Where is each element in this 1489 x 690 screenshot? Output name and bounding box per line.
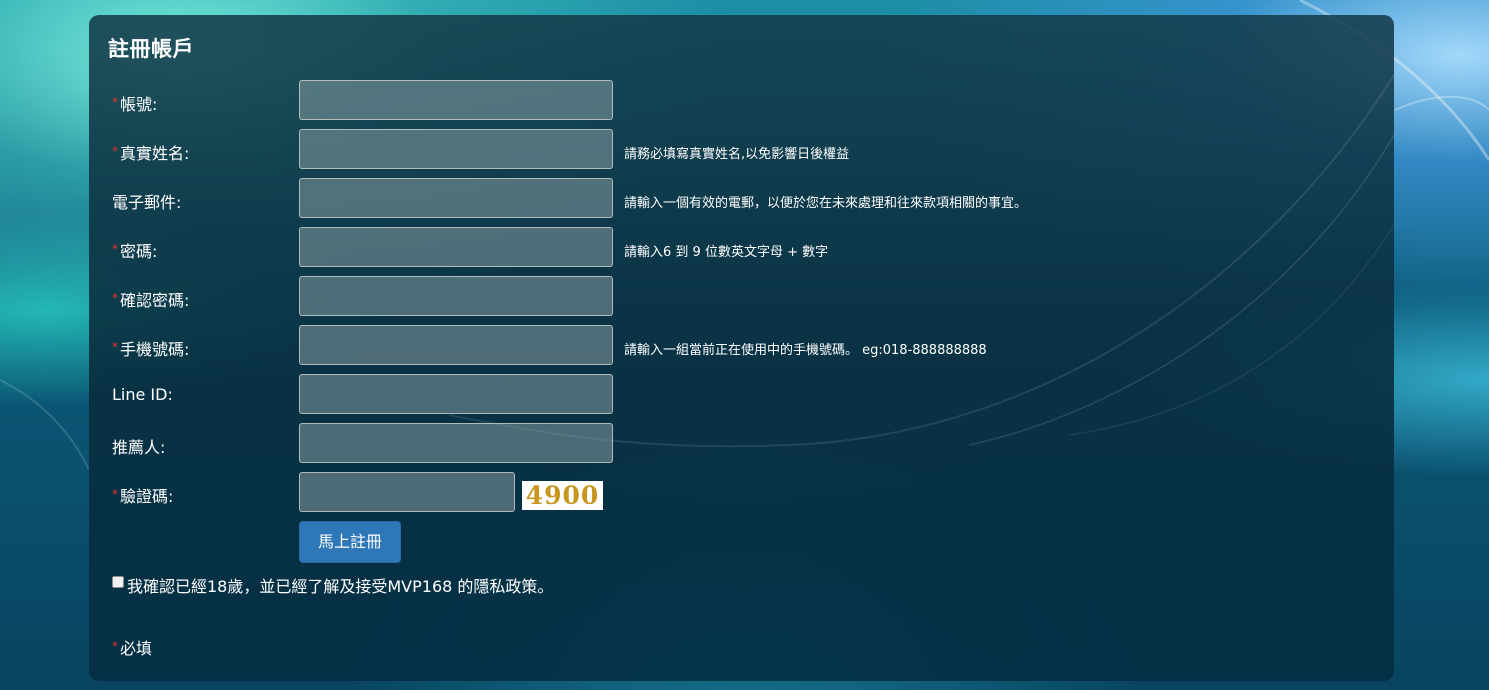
realname-hint: 請務必填寫真實姓名,以免影響日後權益: [624, 147, 850, 162]
email-input[interactable]: [299, 178, 613, 218]
account-label: * 帳號:: [112, 91, 157, 115]
required-note: * 必填: [112, 635, 152, 659]
required-mark: *: [112, 487, 118, 501]
realname-label: * 真實姓名:: [112, 140, 189, 164]
register-panel: 註冊帳戶 * 帳號: * 真實姓名: 請務必填寫真實姓名,以免影響日後權益 電子郵件…: [89, 15, 1394, 681]
password-label-text: 密碼:: [120, 242, 158, 261]
required-mark: *: [112, 340, 118, 354]
line-id-label: Line ID:: [112, 385, 173, 404]
referrer-row: 推薦人:: [89, 423, 1394, 467]
account-label-text: 帳號:: [120, 95, 158, 114]
phone-input[interactable]: [299, 325, 613, 365]
required-mark: *: [112, 95, 118, 109]
captcha-input[interactable]: [299, 472, 515, 512]
captcha-label: * 驗證碼:: [112, 483, 173, 507]
phone-row: * 手機號碼: 請輸入一組當前正在使用中的手機號碼。 eg:018-8888888…: [89, 325, 1394, 369]
referrer-input[interactable]: [299, 423, 613, 463]
password-label: * 密碼:: [112, 238, 157, 262]
line-id-input[interactable]: [299, 374, 613, 414]
agree-checkbox[interactable]: [112, 576, 124, 588]
required-mark: *: [112, 144, 118, 158]
line-id-row: Line ID:: [89, 374, 1394, 418]
confirm-password-label: * 確認密碼:: [112, 287, 189, 311]
password-row: * 密碼: 請輸入6 到 9 位數英文字母 + 數字: [89, 227, 1394, 271]
realname-row: * 真實姓名: 請務必填寫真實姓名,以免影響日後權益: [89, 129, 1394, 173]
phone-hint: 請輸入一組當前正在使用中的手機號碼。 eg:018-888888888: [624, 343, 987, 358]
email-hint: 請輸入一個有效的電郵，以便於您在未來處理和往來款項相關的事宜。: [624, 196, 1028, 211]
required-mark: *: [112, 639, 118, 653]
captcha-row: * 驗證碼: 4900: [89, 472, 1394, 516]
password-input[interactable]: [299, 227, 613, 267]
form-title: 註冊帳戶: [108, 37, 194, 61]
agree-text: 我確認已經18歲，並已經了解及接受MVP168 的隱私政策。: [127, 577, 554, 596]
email-row: 電子郵件: 請輸入一個有效的電郵，以便於您在未來處理和往來款項相關的事宜。: [89, 178, 1394, 222]
register-button[interactable]: 馬上註冊: [299, 521, 401, 563]
account-input[interactable]: [299, 80, 613, 120]
email-label: 電子郵件:: [112, 193, 182, 212]
required-mark: *: [112, 291, 118, 305]
referrer-label: 推薦人:: [112, 438, 166, 457]
captcha-image[interactable]: 4900: [522, 481, 603, 510]
required-note-text: 必填: [120, 639, 153, 658]
required-mark: *: [112, 242, 118, 256]
confirm-password-input[interactable]: [299, 276, 613, 316]
confirm-password-label-text: 確認密碼:: [120, 291, 190, 310]
phone-label-text: 手機號碼:: [120, 340, 190, 359]
phone-label: * 手機號碼:: [112, 336, 189, 360]
confirm-password-row: * 確認密碼:: [89, 276, 1394, 320]
account-row: * 帳號:: [89, 80, 1394, 124]
captcha-label-text: 驗證碼:: [120, 487, 174, 506]
realname-input[interactable]: [299, 129, 613, 169]
realname-label-text: 真實姓名:: [120, 144, 190, 163]
agree-row: 我確認已經18歲，並已經了解及接受MVP168 的隱私政策。: [111, 573, 553, 597]
password-hint: 請輸入6 到 9 位數英文字母 + 數字: [624, 245, 829, 260]
